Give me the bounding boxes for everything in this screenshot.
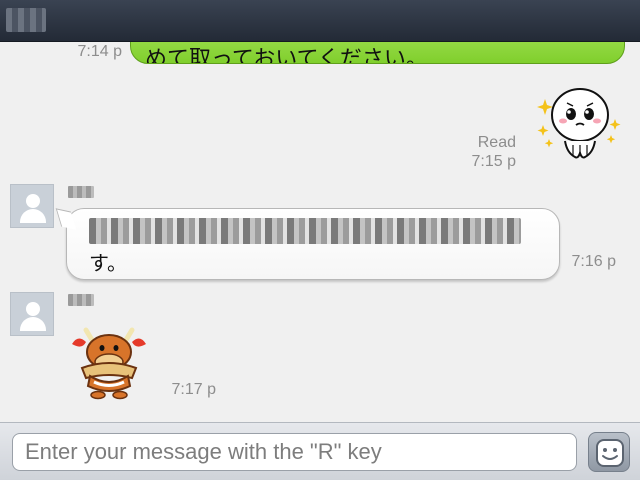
- incoming-sticker[interactable]: [66, 324, 152, 400]
- chat-header: ■■■: [0, 0, 640, 42]
- sender-avatar[interactable]: [10, 292, 54, 336]
- outgoing-message-text: めて取っておいてください。: [145, 47, 428, 64]
- outgoing-sticker[interactable]: [535, 87, 625, 207]
- chat-title: ■■■: [6, 8, 46, 32]
- bull-holding-bread-sticker-icon: [72, 327, 146, 400]
- message-timestamp: 7:16 p: [571, 253, 616, 270]
- incoming-message-text-line: す。: [89, 251, 127, 275]
- crying-face-sticker-icon: [537, 88, 621, 159]
- message-composer: [0, 422, 640, 480]
- sender-avatar[interactable]: [10, 184, 54, 228]
- message-timestamp: 7:14 p: [77, 43, 122, 60]
- sender-name: ■■: [68, 186, 94, 198]
- read-receipt: Read: [477, 134, 516, 151]
- message-input[interactable]: [12, 433, 577, 471]
- bubble-tail: [55, 208, 77, 230]
- sender-name: ■■: [68, 294, 94, 306]
- smiley-icon: [596, 439, 624, 467]
- message-timestamp: 7:15 p: [471, 153, 516, 170]
- sticker-button[interactable]: [588, 432, 630, 472]
- avatar-head-icon: [26, 194, 40, 208]
- incoming-message-bubble[interactable]: ■■■■■■■■■■■■■■■■■■■■■■■■■■■■■ す。: [55, 208, 560, 280]
- message-list[interactable]: めて取っておいてください。 7:14 p Read 7:15 p す。 7:16…: [0, 42, 640, 422]
- outgoing-message-bubble[interactable]: めて取っておいてください。: [130, 42, 625, 64]
- avatar-head-icon: [26, 302, 40, 316]
- incoming-message-text-line: ■■■■■■■■■■■■■■■■■■■■■■■■■■■■■: [89, 218, 521, 244]
- avatar-body-icon: [20, 317, 46, 331]
- avatar-body-icon: [20, 209, 46, 223]
- message-timestamp: 7:17 p: [171, 381, 216, 398]
